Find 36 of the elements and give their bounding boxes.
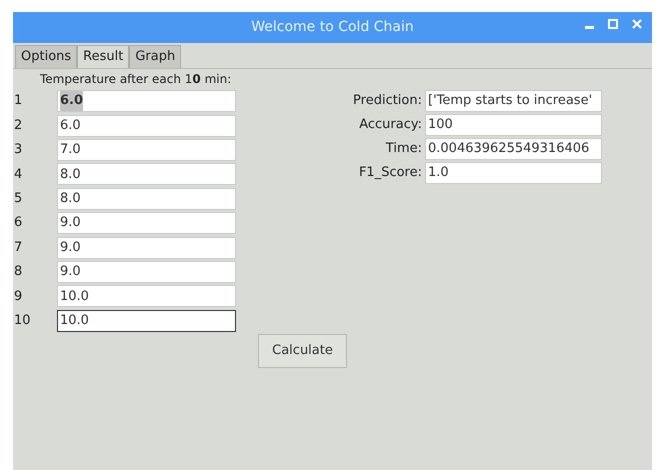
row-number: 9 [13,288,24,306]
window-title: Welcome to Cold Chain [251,18,414,37]
tab[interactable]: Options [15,45,78,68]
maximize-icon[interactable] [608,19,618,29]
row-number: 6 [13,214,24,232]
close-icon[interactable] [632,19,642,29]
temperature-field[interactable]: 8.0 [57,163,236,186]
result-label: Time: [384,140,423,158]
row-number: 7 [13,238,24,257]
result-field[interactable]: 1.0 [425,162,602,184]
temperature-field[interactable]: 6.0 [57,90,236,112]
temperature-field[interactable]: 9.0 [57,236,236,259]
row-number: 8 [13,263,24,282]
calculate-button[interactable]: Calculate [258,334,347,368]
result-field[interactable]: 100 [425,114,602,136]
temperature-field[interactable]: 8.0 [57,188,236,210]
result-label: Prediction: [352,92,423,110]
result-field[interactable]: 0.004639625549316406 [425,138,602,160]
row-number: 1 [13,92,24,110]
tab[interactable]: Result [77,45,130,68]
row-number: 10 [13,312,32,330]
row-number: 3 [13,141,24,160]
temperature-field[interactable]: 6.0 [57,114,236,137]
row-number: 5 [13,190,24,208]
temperature-field[interactable]: 9.0 [57,260,236,283]
temperature-field[interactable]: 7.0 [57,138,236,161]
temperature-field[interactable]: 10.0 [57,310,236,332]
result-field[interactable]: ['Temp starts to increase' [425,90,602,112]
temperature-field[interactable]: 9.0 [57,212,236,234]
result-label: Accuracy: [358,116,423,134]
tab[interactable]: Graph [129,45,182,68]
row-number: 4 [13,166,24,184]
temperature-field[interactable]: 10.0 [57,285,236,308]
row-number: 2 [13,116,24,135]
temperature-label: Temperature after each 10 min: [40,71,232,88]
result-label: F1_Score: [358,164,423,182]
